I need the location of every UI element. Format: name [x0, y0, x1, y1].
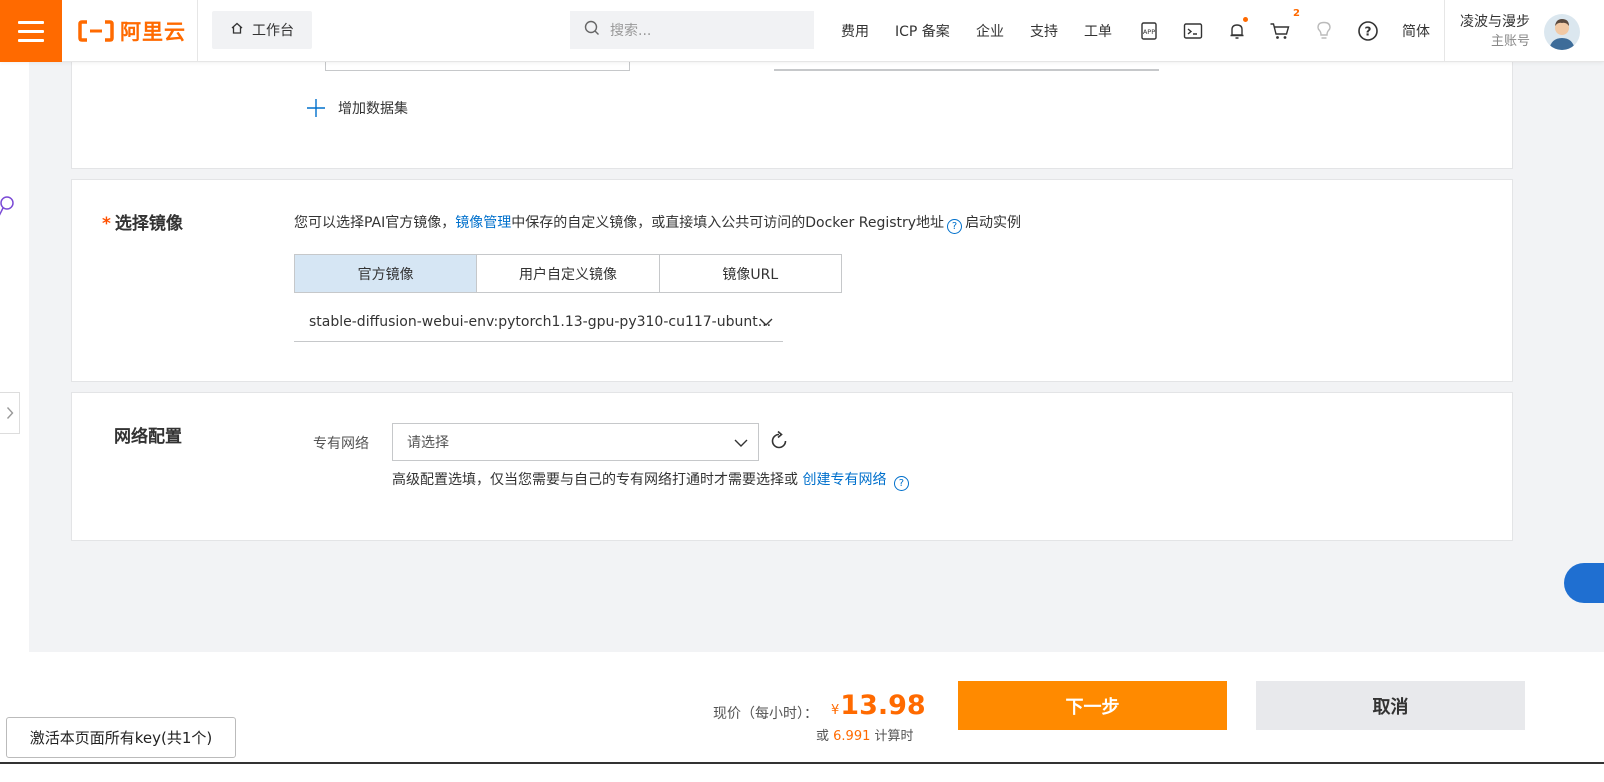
- workbench-label: 工作台: [252, 23, 294, 39]
- top-navbar: 阿里云 工作台 搜索... 费用 ICP 备案 企业 支持 工单 APP 2 ?…: [0, 0, 1604, 62]
- bell-icon[interactable]: [1225, 17, 1249, 43]
- image-section-title: * 选择镜像: [102, 214, 183, 234]
- currency-symbol: ¥: [831, 703, 840, 718]
- notification-dot: [1243, 17, 1248, 22]
- bottom-border: [0, 762, 1604, 764]
- plus-icon: [307, 99, 325, 117]
- vpc-select[interactable]: 请选择: [392, 423, 759, 461]
- nav-support[interactable]: 支持: [1030, 0, 1058, 62]
- floating-assistant-button[interactable]: [1564, 563, 1604, 603]
- chevron-down-icon: [759, 318, 773, 326]
- chevron-down-icon: [734, 439, 748, 447]
- activate-keys-button[interactable]: 激活本页面所有key(共1个): [6, 717, 236, 758]
- required-mark: *: [102, 214, 111, 234]
- image-management-link[interactable]: 镜像管理: [455, 215, 511, 231]
- nav-icp[interactable]: ICP 备案: [895, 0, 950, 62]
- cart-count: 2: [1293, 8, 1300, 19]
- tab-custom-image[interactable]: 用户自定义镜像: [477, 255, 660, 292]
- user-name: 凌波与漫步: [1460, 14, 1530, 30]
- vpc-label: 专有网络: [313, 436, 369, 452]
- refresh-icon[interactable]: [768, 430, 790, 452]
- app-icon[interactable]: APP: [1137, 19, 1161, 43]
- lightbulb-icon[interactable]: [1312, 19, 1336, 43]
- search-icon: [584, 20, 600, 40]
- cart-icon[interactable]: 2: [1268, 8, 1300, 43]
- key-tool-icon[interactable]: [0, 194, 16, 224]
- price-label: 现价（每小时）：: [713, 706, 818, 722]
- user-info[interactable]: 凌波与漫步 主账号: [1460, 12, 1530, 52]
- avatar[interactable]: [1544, 14, 1580, 50]
- next-step-button[interactable]: 下一步: [958, 681, 1227, 730]
- logo-text: 阿里云: [120, 20, 186, 44]
- price-value: ¥13.98: [831, 690, 926, 721]
- vpc-placeholder: 请选择: [407, 435, 449, 451]
- sidebar-expand-handle[interactable]: [0, 392, 20, 434]
- network-section-title: 网络配置: [114, 427, 182, 447]
- workbench-button[interactable]: 工作台: [212, 11, 312, 49]
- nav-fees[interactable]: 费用: [841, 0, 869, 62]
- vpc-hint: 高级配置选填，仅当您需要与自己的专有网络打通时才需要选择或 创建专有网络 ?: [392, 469, 912, 491]
- image-select[interactable]: stable-diffusion-webui-env:pytorch1.13-g…: [294, 303, 783, 342]
- add-dataset-label: 增加数据集: [338, 101, 408, 117]
- help-icon[interactable]: ?: [1356, 19, 1380, 43]
- divider: [1444, 0, 1445, 62]
- search-input[interactable]: 搜索...: [570, 11, 814, 49]
- language-switch[interactable]: 简体: [1402, 0, 1430, 62]
- tab-official-image[interactable]: 官方镜像: [295, 255, 478, 292]
- nav-ticket[interactable]: 工单: [1084, 0, 1112, 62]
- selected-image-value: stable-diffusion-webui-env:pytorch1.13-g…: [309, 314, 772, 330]
- cancel-button[interactable]: 取消: [1256, 681, 1525, 730]
- network-card: [71, 392, 1513, 541]
- search-placeholder: 搜索...: [610, 23, 652, 39]
- aliyun-logo[interactable]: 阿里云: [78, 17, 186, 45]
- aliyun-logo-icon: [78, 20, 114, 42]
- image-type-tabs: 官方镜像 用户自定义镜像 镜像URL: [294, 254, 842, 293]
- home-icon: [230, 21, 244, 39]
- svg-text:?: ?: [1365, 25, 1372, 39]
- add-dataset-button[interactable]: 增加数据集: [306, 98, 408, 118]
- terminal-icon[interactable]: [1181, 19, 1205, 43]
- tab-image-url[interactable]: 镜像URL: [660, 255, 841, 292]
- svg-text:APP: APP: [1143, 28, 1155, 36]
- nav-enterprise[interactable]: 企业: [976, 0, 1004, 62]
- help-icon[interactable]: ?: [947, 219, 963, 234]
- menu-button[interactable]: [0, 0, 62, 62]
- chevron-right-icon: [6, 407, 13, 419]
- help-icon[interactable]: ?: [893, 476, 909, 491]
- price-alternative: 或 6.991 计算时: [816, 729, 914, 744]
- divider: [197, 0, 198, 62]
- user-role: 主账号: [1490, 34, 1530, 49]
- image-description: 您可以选择PAI官方镜像，镜像管理中保存的自定义镜像，或直接填入公共可访问的Do…: [294, 215, 1022, 234]
- dataset-path-input[interactable]: [774, 69, 1159, 71]
- create-vpc-link[interactable]: 创建专有网络: [802, 472, 886, 488]
